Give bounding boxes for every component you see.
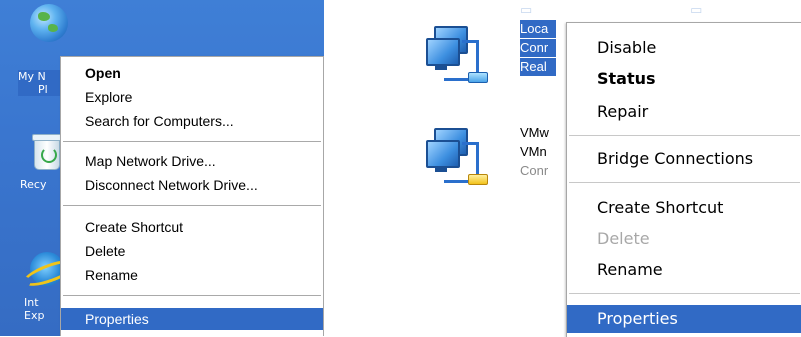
menu-separator (63, 295, 321, 297)
menu-separator (569, 182, 800, 184)
menu-item-rename[interactable]: Rename (567, 257, 801, 283)
desktop-icon-label-line2: Pl (38, 83, 48, 96)
connection-context-menu: Disable Status Repair Bridge Connections… (566, 22, 801, 337)
connection-name-line[interactable]: VMw (520, 124, 549, 142)
connection-device-line[interactable]: Conr (520, 162, 548, 180)
selected-connection-title-fragment: ▭ ▭ (520, 2, 704, 17)
desktop-icon-label[interactable]: Recy (20, 178, 46, 191)
desktop-icon-label-line2: Exp (24, 309, 45, 322)
menu-item-explore[interactable]: Explore (61, 87, 323, 107)
desktop: My N Pl Recy Int Exp Open Explore Search… (0, 0, 324, 336)
connection-name-line[interactable]: Loca (520, 20, 556, 38)
internet-explorer-icon[interactable] (20, 252, 80, 292)
menu-item-disable[interactable]: Disable (567, 35, 801, 61)
menu-separator (63, 205, 321, 207)
menu-item-search-for-computers[interactable]: Search for Computers... (61, 111, 323, 131)
menu-item-rename[interactable]: Rename (61, 265, 323, 285)
menu-item-properties[interactable]: Properties (567, 305, 801, 333)
desktop-icon-label[interactable]: My N Pl (18, 70, 62, 96)
connection-status-line[interactable]: VMn (520, 143, 547, 161)
menu-item-repair[interactable]: Repair (567, 99, 801, 125)
menu-item-create-shortcut[interactable]: Create Shortcut (567, 195, 801, 221)
menu-item-delete: Delete (597, 229, 650, 248)
menu-separator (569, 293, 800, 295)
connection-device-line[interactable]: Real (520, 58, 556, 76)
menu-item-open[interactable]: Open (61, 63, 323, 83)
connection-status-line[interactable]: Conr (520, 39, 556, 57)
desktop-icon-label[interactable]: Int Exp (24, 296, 44, 322)
desktop-icon-label-line1: My N (18, 70, 46, 83)
menu-item-delete[interactable]: Delete (61, 241, 323, 261)
menu-item-status[interactable]: Status (567, 66, 801, 92)
network-places-icon[interactable] (30, 4, 68, 42)
menu-item-properties[interactable]: Properties (61, 308, 323, 330)
network-places-context-menu: Open Explore Search for Computers... Map… (60, 56, 324, 336)
menu-item-disconnect-network-drive[interactable]: Disconnect Network Drive... (61, 175, 323, 195)
menu-item-map-network-drive[interactable]: Map Network Drive... (61, 151, 323, 171)
network-connection-icon[interactable] (426, 122, 490, 190)
menu-item-create-shortcut[interactable]: Create Shortcut (61, 217, 323, 237)
menu-item-bridge-connections[interactable]: Bridge Connections (567, 146, 801, 172)
recycle-bin-icon[interactable] (32, 134, 62, 170)
desktop-icon-label-line1: Int (24, 296, 39, 309)
network-connection-icon[interactable] (426, 20, 490, 88)
menu-separator (63, 141, 321, 143)
menu-separator (569, 135, 800, 137)
